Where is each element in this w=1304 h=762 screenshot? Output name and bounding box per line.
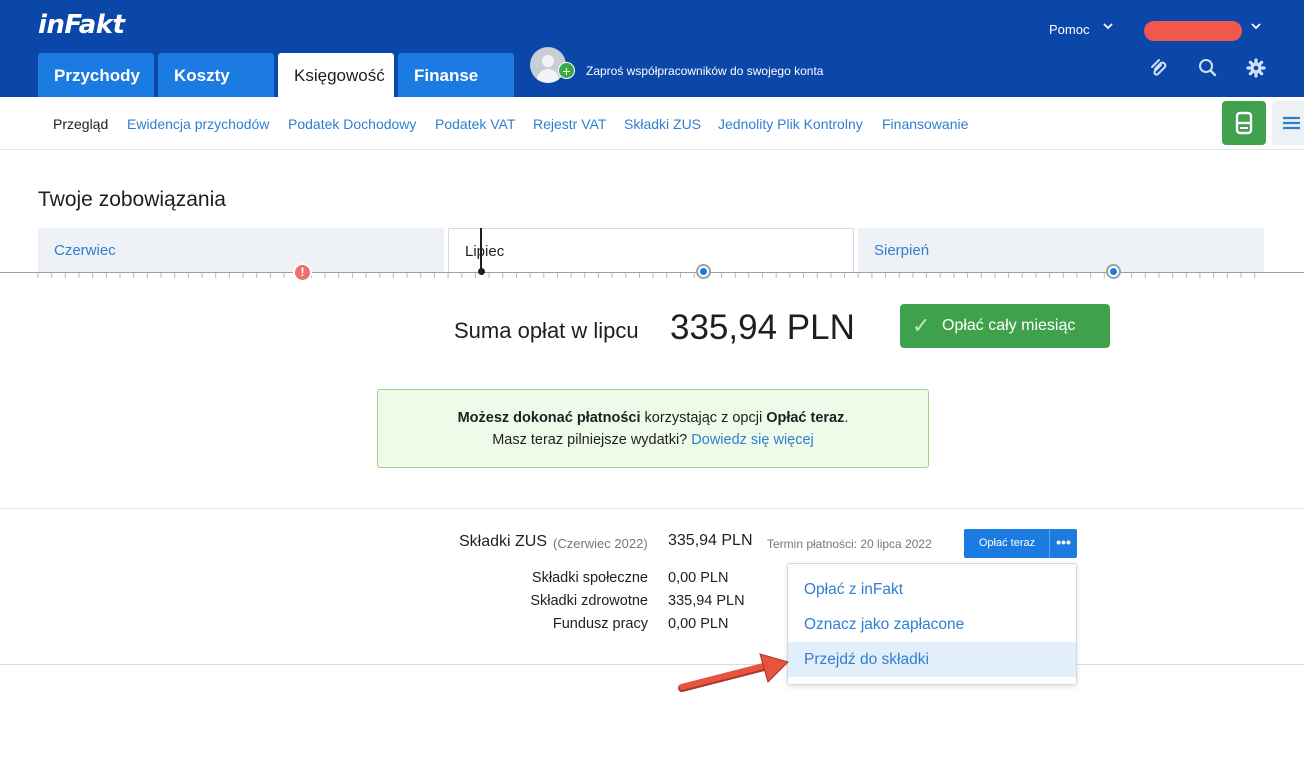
options-dropdown: Opłać z inFakt Oznacz jako zapłacone Prz…	[787, 563, 1077, 685]
tab-ksiegowosc[interactable]: Księgowość	[278, 53, 394, 97]
pay-now-button[interactable]: Opłać teraz	[964, 529, 1050, 558]
divider	[0, 664, 1304, 665]
sub-navigation: Przegląd Ewidencja przychodów Podatek Do…	[0, 97, 1304, 150]
month-tab-czerwiec[interactable]: Czerwiec	[38, 228, 444, 273]
learn-more-link[interactable]: Dowiedz się więcej	[691, 432, 814, 448]
menu-item-go-to-contribution[interactable]: Przejdź do składki	[788, 642, 1076, 677]
zus-title: Składki ZUS	[459, 533, 548, 550]
subnav-jpk[interactable]: Jednolity Plik Kontrolny	[718, 116, 863, 132]
zus-row-label: Składki zdrowotne	[530, 593, 648, 609]
hamburger-menu-button[interactable]	[1272, 101, 1304, 145]
divider	[0, 508, 1304, 509]
zus-row-value: 335,94 PLN	[668, 593, 745, 609]
sum-label: Suma opłat w lipcu	[454, 318, 639, 343]
zus-row-label: Składki społeczne	[531, 570, 648, 586]
info-bold-2: Opłać teraz	[766, 410, 845, 426]
alert-icon[interactable]: !	[293, 263, 312, 282]
month-tab-lipiec[interactable]: Lipiec	[448, 228, 854, 273]
help-menu[interactable]: Pomoc	[1049, 22, 1089, 37]
zus-row-value: 0,00 PLN	[668, 570, 729, 586]
zus-deadline: Termin płatności: 20 lipca 2022	[767, 537, 932, 551]
subnav-rejestr-vat[interactable]: Rejestr VAT	[533, 116, 606, 132]
annotation-arrow	[678, 653, 789, 692]
print-button[interactable]	[1222, 101, 1266, 145]
info-bold-1: Możesz dokonać płatności	[457, 410, 641, 426]
tab-finanse[interactable]: Finanse	[398, 53, 514, 97]
subnav-skladki-zus[interactable]: Składki ZUS	[624, 116, 701, 132]
zus-amount: 335,94 PLN	[668, 532, 753, 549]
search-icon[interactable]	[1197, 57, 1219, 79]
info-text-1: korzystając z opcji	[640, 410, 767, 426]
user-menu-redacted[interactable]	[1144, 21, 1242, 41]
chevron-down-icon[interactable]	[1102, 20, 1114, 35]
info-box: Możesz dokonać płatności korzystając z o…	[377, 389, 929, 468]
info-text-2: .	[844, 410, 849, 426]
zus-period: (Czerwiec 2022)	[553, 536, 648, 551]
menu-item-mark-as-paid[interactable]: Oznacz jako zapłacone	[788, 607, 1076, 642]
top-header: inFakt Przychody Koszty Księgowość Finan…	[0, 0, 1304, 97]
invite-link[interactable]: Zaproś współpracowników do swojego konta	[586, 64, 823, 78]
zus-row-value: 0,00 PLN	[668, 616, 729, 632]
zus-row-label: Fundusz pracy	[552, 616, 648, 632]
subnav-ewidencja-przychodow[interactable]: Ewidencja przychodów	[127, 116, 269, 132]
tab-koszty[interactable]: Koszty	[158, 53, 274, 97]
pay-whole-month-button[interactable]: ✓ Opłać cały miesiąc	[900, 304, 1110, 348]
info-line-1: Możesz dokonać płatności korzystając z o…	[378, 407, 928, 429]
info-line-2-text: Masz teraz pilniejsze wydatki?	[492, 432, 692, 448]
add-user-icon[interactable]: +	[558, 62, 575, 79]
sum-value: 335,94 PLN	[670, 308, 855, 347]
check-icon: ✓	[912, 313, 931, 338]
subnav-przeglad[interactable]: Przegląd	[53, 116, 108, 132]
subnav-podatek-dochodowy[interactable]: Podatek Dochodowy	[288, 116, 416, 132]
current-day-dot	[478, 268, 485, 275]
paperclip-icon[interactable]	[1149, 57, 1171, 79]
page-title: Twoje zobowiązania	[38, 188, 226, 211]
subnav-finansowanie[interactable]: Finansowanie	[882, 116, 968, 132]
subnav-podatek-vat[interactable]: Podatek VAT	[435, 116, 515, 132]
tab-przychody[interactable]: Przychody	[38, 53, 154, 97]
logo[interactable]: inFakt	[38, 10, 125, 40]
chevron-down-icon[interactable]	[1250, 20, 1262, 35]
deadline-marker-icon[interactable]	[1106, 264, 1121, 279]
month-tab-sierpien[interactable]: Sierpień	[858, 228, 1264, 273]
pay-whole-month-label: Opłać cały miesiąc	[942, 317, 1076, 334]
gear-icon[interactable]	[1245, 57, 1267, 79]
deadline-marker-icon[interactable]	[696, 264, 711, 279]
info-line-2: Masz teraz pilniejsze wydatki? Dowiedz s…	[378, 429, 928, 451]
menu-item-pay-with-infakt[interactable]: Opłać z inFakt	[788, 572, 1076, 607]
more-options-button[interactable]: •••	[1049, 529, 1077, 558]
